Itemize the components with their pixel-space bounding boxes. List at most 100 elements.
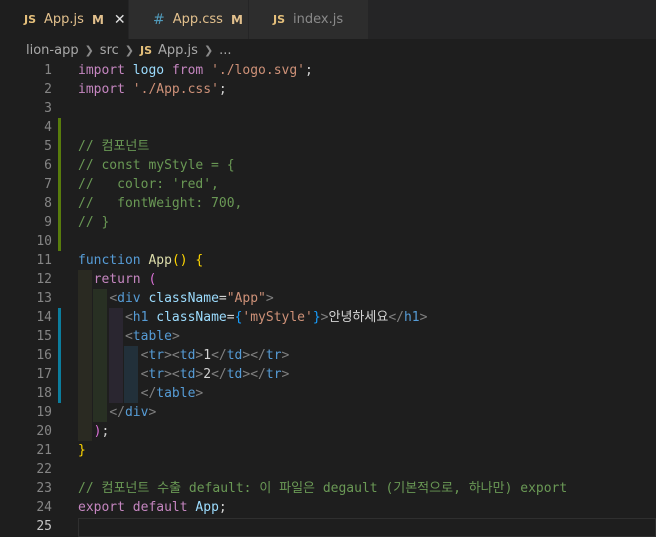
line-number: 25 [36,519,52,534]
line-number: 2 [44,82,52,97]
code-line[interactable]: 2 import './App.css'; [0,80,656,99]
code-line[interactable]: 5 // 컴포넌트 [0,137,656,156]
code-line[interactable]: 20 ); [0,422,656,441]
tab-app-css[interactable]: # App.css M [129,0,249,39]
code-line[interactable]: 16 <tr><td>1</td></tr> [0,346,656,365]
code-token: } [312,310,321,325]
modified-badge: M [91,12,104,27]
code-token: className [148,291,219,306]
code-line[interactable]: 12 return ( [0,270,656,289]
javascript-file-icon: JS [24,13,37,26]
code-text: import logo from './logo.svg'; [78,61,313,80]
code-line[interactable]: 3 [0,99,656,118]
code-token: ></ [242,367,266,382]
code-line[interactable]: 7 // color: 'red', [0,175,656,194]
code-line[interactable]: 22 [0,460,656,479]
line-number: 17 [36,367,52,382]
code-token: logo [132,63,165,78]
tab-label: index.js [293,12,344,27]
code-text: // const myStyle = { [78,156,235,175]
code-line[interactable]: 8 // fontWeight: 700, [0,194,656,213]
breadcrumb-file[interactable]: App.js [158,43,198,58]
line-number: 11 [36,253,52,268]
line-number: 14 [36,310,52,325]
code-token: >< [164,367,180,382]
code-token: { [195,253,204,268]
breadcrumb-symbol[interactable]: ... [219,43,231,58]
code-text: } [78,441,86,460]
code-text: // color: 'red', [78,175,219,194]
code-token: // fontWeight: 700, [78,196,243,211]
line-number: 6 [44,158,52,173]
close-icon[interactable]: ✕ [114,12,126,28]
code-line[interactable]: 13 <div className="App"> [0,289,656,308]
code-line[interactable]: 9 // } [0,213,656,232]
code-line[interactable]: 4 [0,118,656,137]
editor-tab-bar: JS App.js M ✕ # App.css M JS index.js [0,0,656,39]
chevron-right-icon: ❯ [124,43,134,57]
code-token: ; [218,82,227,97]
code-token: // 컴포넌트 [78,139,150,154]
code-text: <tr><td>2</td></tr> [78,365,290,384]
code-line[interactable]: 23 // 컴포넌트 수출 default: 이 파일은 degault (기본적… [0,479,656,498]
code-text: function App() { [78,251,203,270]
code-token: 안녕하세요 [328,310,389,325]
code-token: > [195,386,204,401]
code-text: return ( [78,270,157,289]
code-token: = [218,291,227,306]
line-number: 16 [36,348,52,363]
code-line[interactable]: 11 function App() { [0,251,656,270]
code-token: </ [140,386,157,401]
code-line[interactable]: 14 <h1 className={'myStyle'}>안녕하세요</h1> [0,308,656,327]
code-line[interactable]: 24 export default App; [0,498,656,517]
code-text: export default App; [78,498,227,517]
code-token: tr [148,348,165,363]
code-token: div [124,405,149,420]
code-token: = [226,310,235,325]
line-number: 22 [36,462,52,477]
code-token: default [132,500,188,515]
code-token: table [132,329,172,344]
code-token: // color: 'red', [78,177,219,192]
code-token: export [78,500,125,515]
breadcrumb-folder-lion-app[interactable]: lion-app [26,43,79,58]
code-token: > [171,329,180,344]
code-text: <tr><td>1</td></tr> [78,346,290,365]
line-number: 5 [44,139,52,154]
code-line[interactable]: 19 </div> [0,403,656,422]
code-token: 'myStyle' [242,310,313,325]
chevron-right-icon: ❯ [203,43,214,57]
code-token: import [78,82,125,97]
code-token: td [179,348,196,363]
code-token: > [148,405,157,420]
tab-index-js[interactable]: JS index.js [249,0,369,39]
code-text: ); [78,422,110,441]
code-line[interactable]: 17 <tr><td>2</td></tr> [0,365,656,384]
breadcrumb-folder-src[interactable]: src [100,43,119,58]
tab-app-js[interactable]: JS App.js M ✕ [0,0,129,39]
code-editor[interactable]: 1 import logo from './logo.svg'; 2 import '… [0,61,656,537]
code-token: td [226,348,243,363]
code-line[interactable]: 15 <table> [0,327,656,346]
code-line[interactable]: 25 [0,517,656,536]
code-token: ; [305,63,313,78]
code-text: // } [78,213,109,232]
code-token: table [156,386,196,401]
code-token: // } [78,215,110,230]
code-line[interactable]: 18 </table> [0,384,656,403]
code-line[interactable]: 21} [0,441,656,460]
code-line[interactable]: 1 import logo from './logo.svg'; [0,61,656,80]
code-token: './logo.svg' [211,63,305,78]
code-token: from [171,63,204,78]
code-line[interactable]: 6 // const myStyle = { [0,156,656,175]
code-line[interactable]: 10 [0,232,656,251]
